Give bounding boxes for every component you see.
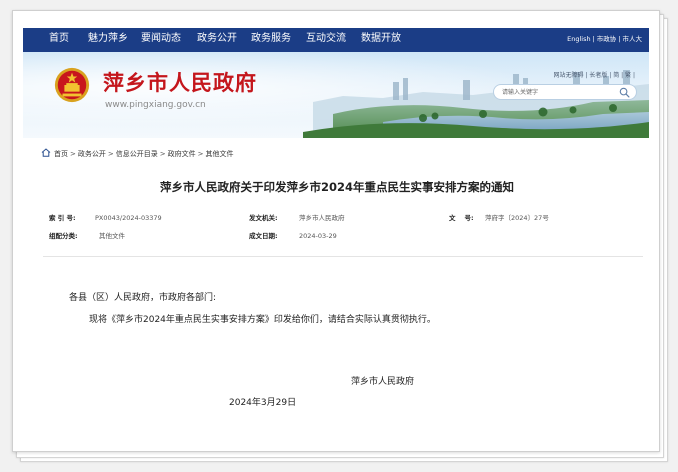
document-date: 2024年3月29日 <box>229 398 297 408</box>
meta-category-label: 组配分类: <box>49 232 78 240</box>
traditional-chinese-link[interactable]: 繁 <box>625 72 631 79</box>
meta-index-value: PX0043/2024-03379 <box>95 214 162 222</box>
nav-item-data-open[interactable]: 数据开放 <box>361 33 401 45</box>
simplified-chinese-link[interactable]: 简 <box>613 72 619 79</box>
document-body: 现将《萍乡市2024年重点民生实事安排方案》印发给你们，请结合实际认真贯彻执行。 <box>89 315 436 325</box>
document-salutation: 各县（区）人民政府，市政府各部门: <box>69 293 217 303</box>
divider <box>43 256 643 257</box>
nav-item-charm-pingxiang[interactable]: 魅力萍乡 <box>88 33 128 45</box>
search-icon[interactable] <box>619 87 630 98</box>
nav-item-home[interactable]: 首页 <box>49 33 69 45</box>
national-emblem-icon <box>54 67 90 103</box>
site-title: 萍乡市人民政府 <box>103 70 257 95</box>
nav-right-links: English | 市政协 | 市人大 <box>567 35 643 43</box>
breadcrumb-gov-open[interactable]: 政务公开 <box>78 150 106 158</box>
breadcrumb-gov-documents[interactable]: 政府文件 <box>168 150 196 158</box>
nav-item-interaction[interactable]: 互动交流 <box>306 33 346 45</box>
breadcrumb: 首页 > 政务公开 > 信息公开目录 > 政府文件 > 其他文件 <box>41 148 234 160</box>
site-url: www.pingxiang.gov.cn <box>105 100 206 110</box>
nav-item-gov-services[interactable]: 政务服务 <box>251 33 291 45</box>
meta-date-label: 成文日期: <box>249 232 278 240</box>
search-box <box>493 84 637 100</box>
meta-issuer-label: 发文机关: <box>249 214 278 222</box>
home-icon <box>41 148 51 157</box>
meta-date-value: 2024-03-29 <box>299 232 337 240</box>
utility-links: 网站无障碍 | 长者版 | 简 | 繁 | <box>553 72 635 79</box>
breadcrumb-home[interactable]: 首页 <box>54 150 68 158</box>
cppcc-link[interactable]: 市政协 <box>597 35 617 43</box>
document-signature: 萍乡市人民政府 <box>351 377 415 387</box>
accessibility-link[interactable]: 网站无障碍 <box>553 72 583 79</box>
meta-index-label: 索 引 号: <box>49 214 76 222</box>
breadcrumb-other-documents[interactable]: 其他文件 <box>206 150 234 158</box>
english-link[interactable]: English <box>567 35 590 43</box>
meta-issuer-value: 萍乡市人民政府 <box>299 214 345 222</box>
meta-category-value: 其他文件 <box>99 232 125 240</box>
nav-item-gov-affairs-open[interactable]: 政务公开 <box>197 33 237 45</box>
breadcrumb-info-catalog[interactable]: 信息公开目录 <box>116 150 158 158</box>
elder-mode-link[interactable]: 长者版 <box>589 72 607 79</box>
header-banner: 萍乡市人民政府 www.pingxiang.gov.cn 网站无障碍 | 长者版… <box>23 52 649 138</box>
search-input[interactable] <box>502 88 612 97</box>
meta-docno-label: 文 号: <box>449 214 474 222</box>
top-navigation-bar: 首页 魅力萍乡 要闻动态 政务公开 政务服务 互动交流 数据开放 English… <box>23 28 649 52</box>
document-page: 首页 魅力萍乡 要闻动态 政务公开 政务服务 互动交流 数据开放 English… <box>12 10 660 452</box>
nav-item-news[interactable]: 要闻动态 <box>141 33 181 45</box>
meta-docno-value: 萍府字〔2024〕27号 <box>485 214 549 222</box>
meta-index: 索 引 号: <box>49 214 76 223</box>
npc-link[interactable]: 市人大 <box>623 35 643 43</box>
document-title: 萍乡市人民政府关于印发萍乡市2024年重点民生实事安排方案的通知 <box>159 180 514 194</box>
